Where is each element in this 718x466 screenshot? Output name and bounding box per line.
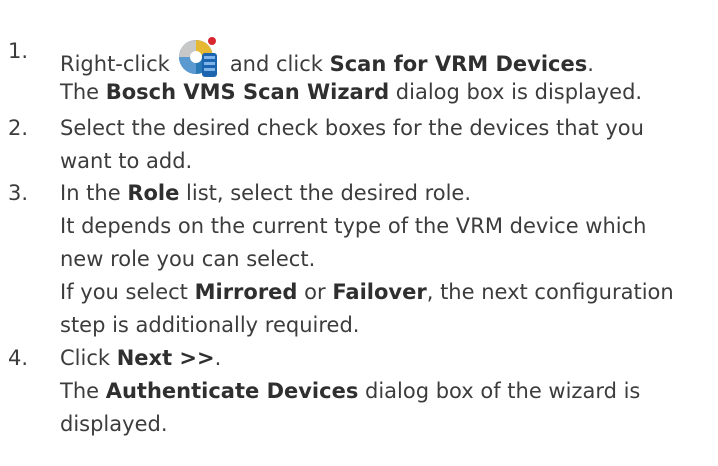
step-text: Select the desired check boxes for the d… — [60, 116, 644, 140]
step-text: new role you can select. — [60, 247, 316, 271]
step-1-line-2: The Bosch VMS Scan Wizard dialog box is … — [60, 76, 642, 109]
step-3-line-3: new role you can select. — [60, 243, 315, 276]
step-4-line-1: Click Next >>. — [60, 342, 221, 375]
step-text: and click — [229, 52, 330, 76]
step-text: In the — [60, 181, 128, 205]
field-name: Role — [127, 181, 180, 205]
step-3-line-4: If you select Mirrored or Failover, the … — [60, 276, 674, 309]
button-name: Next >> — [116, 346, 215, 370]
step-text: The — [60, 379, 106, 403]
step-text: It depends on the current type of the VR… — [60, 214, 647, 238]
step-text: Right-click — [60, 52, 170, 76]
step-text: or — [297, 280, 333, 304]
step-number: 2. — [8, 116, 29, 140]
dialog-name: Authenticate Devices — [105, 379, 359, 403]
step-text: list, select the desired role. — [179, 181, 472, 205]
step-number: 3. — [8, 181, 29, 205]
role-name: Mirrored — [194, 280, 298, 304]
step-text: The — [60, 80, 106, 104]
step-2-line-1: Select the desired check boxes for the d… — [60, 112, 644, 145]
menu-command: Scan for VRM Devices — [329, 52, 588, 76]
step-text: If you select — [60, 280, 195, 304]
step-text: step is additionally required. — [60, 313, 360, 337]
step-text: dialog box is displayed. — [389, 80, 643, 104]
step-text: . — [587, 52, 594, 76]
step-text: want to add. — [60, 149, 193, 173]
dialog-name: Bosch VMS Scan Wizard — [105, 80, 390, 104]
step-2-line-2: want to add. — [60, 145, 192, 178]
step-text: dialog box of the wizard is — [358, 379, 641, 403]
step-number: 4. — [8, 346, 29, 370]
step-3-line-2: It depends on the current type of the VR… — [60, 210, 646, 243]
step-4-line-3: displayed. — [60, 408, 168, 441]
step-text: . — [214, 346, 222, 370]
step-text: , the next configuration — [426, 280, 674, 304]
step-3-line-1: In the Role list, select the desired rol… — [60, 177, 471, 210]
step-4-line-2: The Authenticate Devices dialog box of t… — [60, 375, 640, 408]
role-name: Failover — [332, 280, 427, 304]
step-3-line-5: step is additionally required. — [60, 309, 359, 342]
step-number: 1. — [8, 39, 29, 63]
step-text: displayed. — [60, 412, 168, 436]
step-text: Click — [60, 346, 117, 370]
